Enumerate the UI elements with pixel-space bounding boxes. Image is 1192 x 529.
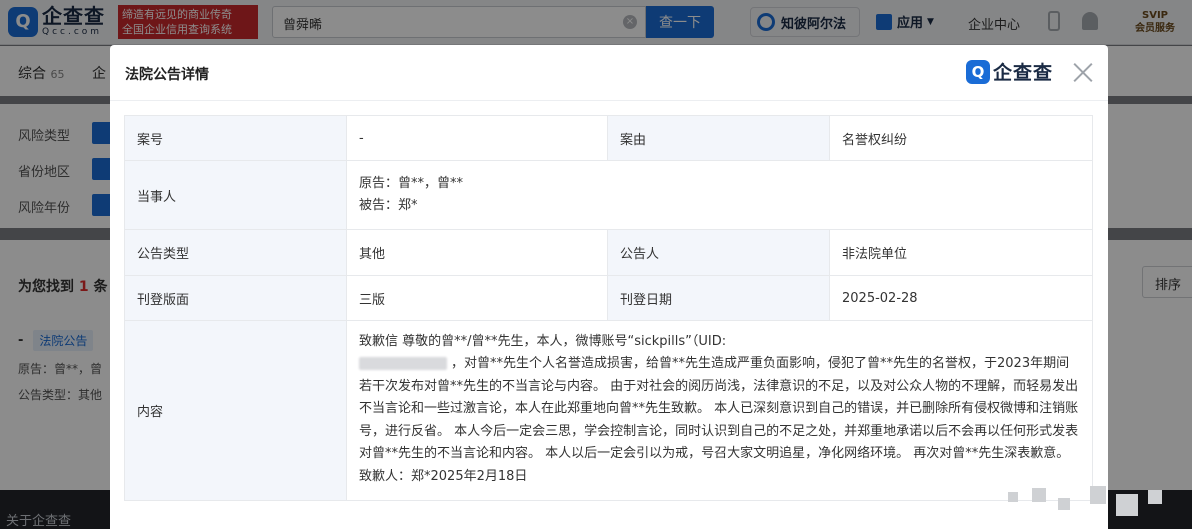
mosaic-noise [988,484,1168,529]
content-label: 内容 [124,320,347,501]
dialog-logo-text: 企查查 [993,62,1054,84]
qcc-logo-icon: Q [966,59,990,84]
dialog-header: 法院公告详情 Q 企查查 [110,45,1108,101]
date-value: 2025-02-28 [829,275,1093,321]
dialog-title: 法院公告详情 [125,67,209,83]
redacted-uid [359,357,447,371]
notice-type-value: 其他 [346,229,608,276]
date-label: 刊登日期 [607,275,830,321]
content-value: 致歉信 尊敬的曾**/曾**先生，本人，微博账号“sickpills”（UID:… [346,320,1093,501]
cause-value: 名誉权纠纷 [829,115,1093,161]
court-notice-dialog: 法院公告详情 Q 企查查 案号 - 案由 名誉权纠纷 当事人 原告：曾**，曾*… [110,45,1108,529]
case-no-value: - [346,115,608,161]
content-part-2: ，对曾**先生个人名誉造成损害，给曾**先生造成严重负面影响，侵犯了曾**先生的… [359,356,1079,484]
table-row: 公告类型 其他 公告人 非法院单位 [124,229,1093,276]
party-value: 原告：曾**，曾** 被告：郑* [346,160,1093,230]
close-icon[interactable] [1070,59,1096,85]
case-no-label: 案号 [124,115,347,161]
announcer-value: 非法院单位 [829,229,1093,276]
dialog-logo: Q 企查查 [966,58,1053,85]
announcer-label: 公告人 [607,229,830,276]
table-row: 内容 致歉信 尊敬的曾**/曾**先生，本人，微博账号“sickpills”（U… [124,320,1093,501]
party-label: 当事人 [124,160,347,230]
notice-type-label: 公告类型 [124,229,347,276]
table-row: 案号 - 案由 名誉权纠纷 [124,115,1093,161]
content-text: 致歉信 尊敬的曾**/曾**先生，本人，微博账号“sickpills”（UID:… [359,325,1080,497]
detail-table: 案号 - 案由 名誉权纠纷 当事人 原告：曾**，曾** 被告：郑* 公告类型 … [124,115,1093,501]
content-part-1: 致歉信 尊敬的曾**/曾**先生，本人，微博账号“sickpills”（UID: [359,333,727,349]
cause-label: 案由 [607,115,830,161]
page-value: 三版 [346,275,608,321]
table-row: 刊登版面 三版 刊登日期 2025-02-28 [124,275,1093,321]
plaintiff-value: 原告：曾**，曾** [359,176,464,191]
page-label: 刊登版面 [124,275,347,321]
defendant-value: 被告：郑* [359,198,418,213]
table-row: 当事人 原告：曾**，曾** 被告：郑* [124,160,1093,230]
